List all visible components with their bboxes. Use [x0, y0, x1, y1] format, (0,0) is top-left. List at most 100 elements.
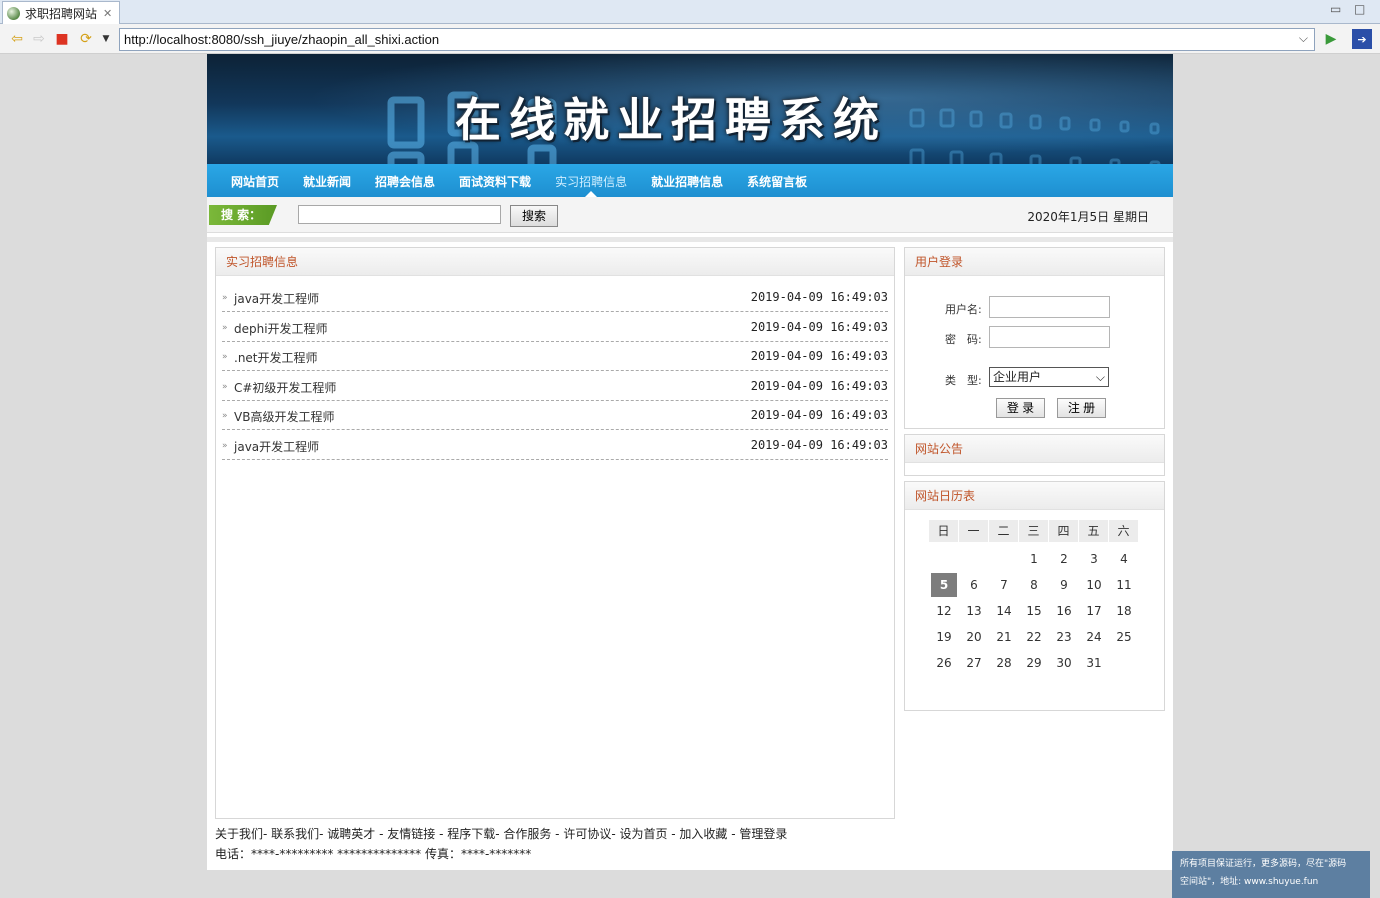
panel-title: 用户登录 — [905, 248, 1164, 276]
browser-tab[interactable]: 求职招聘网站 ✕ — [2, 1, 120, 24]
panel-title: 实习招聘信息 — [216, 248, 894, 276]
page-container: 在线就业招聘系统 网站首页 就业新闻 招聘会信息 面试资料下载 实习招聘信息 就… — [207, 54, 1173, 870]
calendar-day[interactable]: 29 — [1019, 650, 1049, 676]
weekday-label: 日 — [929, 520, 959, 542]
calendar-day[interactable]: 23 — [1049, 624, 1079, 650]
password-field[interactable] — [989, 326, 1110, 348]
calendar-day[interactable]: 6 — [959, 572, 989, 598]
calendar-week-row: 26 27 28 29 30 31 — [929, 650, 1139, 676]
list-item[interactable]: » VB高级开发工程师 2019-04-09 16:49:03 — [222, 400, 888, 430]
calendar-day[interactable]: 25 — [1109, 624, 1139, 650]
nav-item-job-fairs[interactable]: 招聘会信息 — [363, 164, 447, 197]
nav-item-internships[interactable]: 实习招聘信息 — [543, 164, 639, 197]
main-nav: 网站首页 就业新闻 招聘会信息 面试资料下载 实习招聘信息 就业招聘信息 系统留… — [207, 164, 1173, 197]
calendar-day[interactable]: 4 — [1109, 546, 1139, 572]
refresh-icon[interactable]: ⟳ — [77, 30, 95, 48]
user-type-select[interactable]: 企业用户 ⌵ — [989, 367, 1109, 387]
tab-title: 求职招聘网站 — [25, 6, 98, 21]
watermark-line: 所有项目保证运行，更多源码，尽在"源码 — [1180, 859, 1347, 869]
calendar-day[interactable]: 24 — [1079, 624, 1109, 650]
calendar-day[interactable]: 20 — [959, 624, 989, 650]
banner: 在线就业招聘系统 — [207, 54, 1173, 164]
internship-jobs-panel: 实习招聘信息 » java开发工程师 2019-04-09 16:49:03 »… — [215, 247, 895, 819]
calendar-day[interactable]: 10 — [1079, 572, 1109, 598]
watermark-line: 空间站"，地址: www.shuyue.fun — [1180, 877, 1319, 887]
calendar-day[interactable]: 2 — [1049, 546, 1079, 572]
go-icon[interactable]: ▶ — [1322, 30, 1340, 48]
calendar-day[interactable]: 18 — [1109, 598, 1139, 624]
nav-item-home[interactable]: 网站首页 — [219, 164, 291, 197]
calendar-day[interactable]: 1 — [1019, 546, 1049, 572]
list-item[interactable]: » java开发工程师 2019-04-09 16:49:03 — [222, 282, 888, 312]
weekday-label: 五 — [1079, 520, 1109, 542]
calendar-day[interactable]: 13 — [959, 598, 989, 624]
calendar-day-today[interactable]: 5 — [931, 573, 957, 597]
calendar-day[interactable]: 8 — [1019, 572, 1049, 598]
job-title-link[interactable]: .net开发工程师 — [234, 349, 318, 366]
calendar-day[interactable]: 26 — [929, 650, 959, 676]
job-date: 2019-04-09 16:49:03 — [750, 408, 888, 422]
calendar-day[interactable]: 19 — [929, 624, 959, 650]
search-button[interactable]: 搜索 — [510, 205, 558, 227]
calendar-week-row: 12 13 14 15 16 17 18 — [929, 598, 1139, 624]
url-input[interactable]: http://localhost:8080/ssh_jiuye/zhaopin_… — [119, 28, 1315, 51]
list-item[interactable]: » java开发工程师 2019-04-09 16:49:03 — [222, 430, 888, 460]
minimize-icon[interactable]: ▭ — [1330, 2, 1341, 16]
password-label: 密 码: — [945, 333, 982, 346]
calendar-day[interactable]: 9 — [1049, 572, 1079, 598]
list-item[interactable]: » .net开发工程师 2019-04-09 16:49:03 — [222, 341, 888, 371]
forward-icon[interactable]: ⇨ — [30, 30, 48, 48]
chevron-down-icon[interactable]: ▼ — [97, 30, 115, 48]
calendar-day[interactable]: 21 — [989, 624, 1019, 650]
job-title-link[interactable]: dephi开发工程师 — [234, 320, 328, 337]
nav-item-jobs[interactable]: 就业招聘信息 — [639, 164, 735, 197]
calendar-day[interactable]: 22 — [1019, 624, 1049, 650]
calendar-day[interactable]: 11 — [1109, 572, 1139, 598]
job-title-link[interactable]: VB高级开发工程师 — [234, 408, 334, 425]
username-field[interactable] — [989, 296, 1110, 318]
nav-item-news[interactable]: 就业新闻 — [291, 164, 363, 197]
nav-item-interview-downloads[interactable]: 面试资料下载 — [447, 164, 543, 197]
calendar-day[interactable]: 12 — [929, 598, 959, 624]
weekday-label: 三 — [1019, 520, 1049, 542]
list-item[interactable]: » C#初级开发工程师 2019-04-09 16:49:03 — [222, 371, 888, 401]
job-title-link[interactable]: java开发工程师 — [234, 438, 319, 455]
calendar-week-row: 5 6 7 8 9 10 11 — [929, 572, 1139, 598]
bullet-icon: » — [222, 411, 228, 421]
calendar-day[interactable]: 16 — [1049, 598, 1079, 624]
calendar-day[interactable]: 17 — [1079, 598, 1109, 624]
calendar-panel: 网站日历表 日 一 二 三 四 五 六 1 2 3 4 5 6 7 8 9 10 11 12 13 14 1… — [904, 481, 1165, 711]
browser-toolbar: ⇦ ⇨ ■ ⟳ ▼ http://localhost:8080/ssh_jiuy… — [0, 24, 1380, 54]
calendar-day[interactable]: 14 — [989, 598, 1019, 624]
job-date: 2019-04-09 16:49:03 — [750, 379, 888, 393]
calendar-day[interactable]: 7 — [989, 572, 1019, 598]
calendar-day[interactable]: 30 — [1049, 650, 1079, 676]
browser-tabbar: 求职招聘网站 ✕ ▭ □ — [0, 0, 1380, 24]
calendar-grid: 日 一 二 三 四 五 六 1 2 3 4 5 6 7 8 9 10 11 12 13 14 15 16 17 1… — [929, 520, 1139, 676]
close-icon[interactable]: ✕ — [103, 7, 112, 20]
calendar-day[interactable]: 15 — [1019, 598, 1049, 624]
list-item[interactable]: » dephi开发工程师 2019-04-09 16:49:03 — [222, 312, 888, 342]
footer-links[interactable]: 关于我们- 联系我们- 诚聘英才 - 友情链接 - 程序下载- 合作服务 - 许… — [215, 825, 787, 842]
calendar-day[interactable]: 3 — [1079, 546, 1109, 572]
user-type-value: 企业用户 — [993, 370, 1042, 384]
chevron-down-icon[interactable]: ⌵ — [1299, 30, 1308, 47]
nav-item-guestbook[interactable]: 系统留言板 — [735, 164, 819, 197]
watermark-note: 所有项目保证运行，更多源码，尽在"源码 空间站"，地址: www.shuyue.… — [1172, 851, 1370, 898]
search-input[interactable] — [298, 205, 501, 224]
back-icon[interactable]: ⇦ — [8, 30, 26, 48]
calendar-day — [989, 546, 1019, 572]
job-title-link[interactable]: java开发工程师 — [234, 290, 319, 307]
type-row: 类 型: 企业用户 ⌵ — [905, 367, 1166, 391]
job-date: 2019-04-09 16:49:03 — [750, 290, 888, 304]
calendar-day[interactable]: 31 — [1079, 650, 1109, 676]
calendar-day[interactable]: 27 — [959, 650, 989, 676]
stop-icon[interactable]: ■ — [53, 30, 71, 48]
login-button[interactable]: 登 录 — [996, 398, 1045, 418]
job-title-link[interactable]: C#初级开发工程师 — [234, 379, 336, 396]
register-button[interactable]: 注 册 — [1057, 398, 1106, 418]
bullet-icon: » — [222, 441, 228, 451]
browser-menu-icon[interactable]: ➔ — [1352, 29, 1372, 49]
calendar-day[interactable]: 28 — [989, 650, 1019, 676]
maximize-icon[interactable]: □ — [1354, 2, 1365, 16]
